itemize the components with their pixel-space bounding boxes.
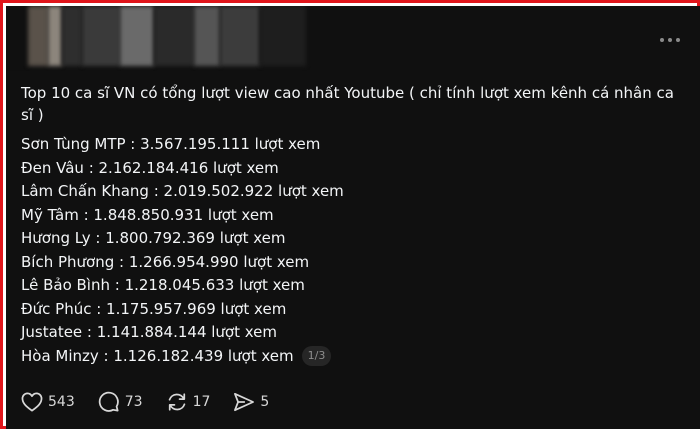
list-item: Hương Ly : 1.800.792.369 lượt xem [21,229,286,247]
repost-button[interactable]: 17 [166,392,211,412]
heart-icon [21,392,43,412]
page-indicator-badge: 1/3 [301,346,332,366]
list-item: Sơn Tùng MTP : 3.567.195.111 lượt xem [21,135,321,153]
list-item: Đen Vâu : 2.162.184.416 lượt xem [21,158,279,177]
share-count: 5 [260,393,270,410]
red-frame: Top 10 ca sĩ VN có tổng lượt view cao nh… [0,0,700,429]
list-item: Justatee : 1.141.884.144 lượt xem [21,323,278,341]
share-button[interactable]: 5 [233,392,269,412]
list-item: Lâm Chấn Khang : 2.019.502.922 lượt xem [21,182,344,200]
comment-button[interactable]: 73 [98,391,143,412]
share-icon [233,392,255,412]
list-item: Bích Phương : 1.266.954.990 lượt xem [21,252,310,271]
repost-count: 17 [192,393,211,410]
post-intro-text: Top 10 ca sĩ VN có tổng lượt view cao nh… [21,84,674,124]
post-body: Top 10 ca sĩ VN có tổng lượt view cao nh… [21,82,681,368]
action-bar: 543 73 17 5 [21,391,292,412]
list-item: Mỹ Tâm : 1.848.850.931 lượt xem [21,205,274,224]
list-item-last: Hòa Minzy : 1.126.182.439 lượt xem 1/3 [21,345,681,369]
comment-count: 73 [124,393,143,410]
blurred-author-header [6,6,306,66]
more-options-button[interactable] [660,38,680,42]
post-card: Top 10 ca sĩ VN có tổng lượt view cao nh… [6,6,700,429]
list-item-text: Hòa Minzy : 1.126.182.439 lượt xem [21,346,294,365]
repost-icon [166,392,188,412]
list-item: Lê Bảo Bình : 1.218.045.633 lượt xem [21,276,305,294]
like-button[interactable]: 543 [21,392,75,412]
list-item: Đức Phúc : 1.175.957.969 lượt xem [21,299,287,318]
more-icon [660,38,664,42]
comment-icon [98,391,120,412]
like-count: 543 [48,393,75,410]
